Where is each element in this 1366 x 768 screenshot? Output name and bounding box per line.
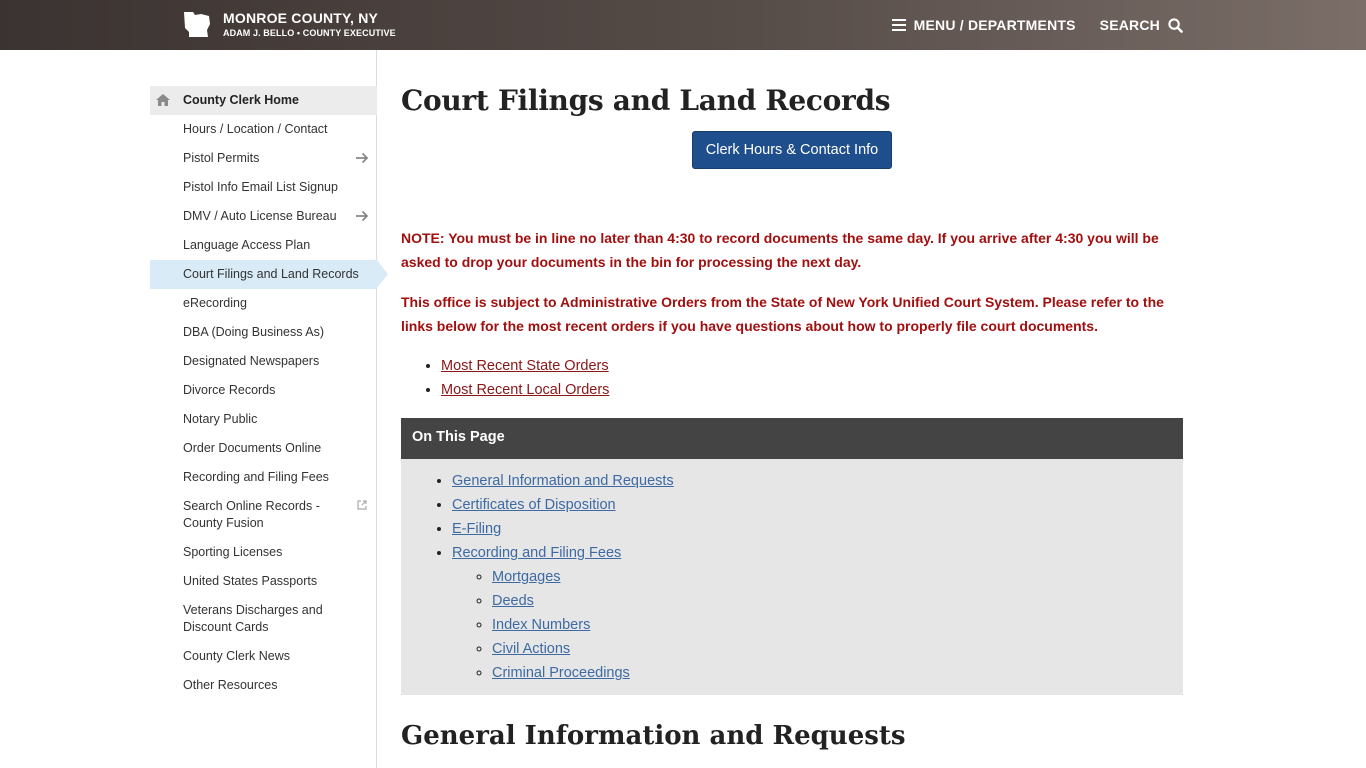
sidebar-item-label: County Clerk Home	[183, 93, 299, 107]
search-icon	[1168, 17, 1183, 33]
arrow-right-icon[interactable]	[355, 210, 369, 222]
sidebar-item-order-documents-online[interactable]: Order Documents Online	[150, 434, 377, 463]
toc-link-criminal-proceedings[interactable]: Criminal Proceedings	[492, 665, 630, 681]
external-link-icon	[357, 500, 367, 510]
sidebar-item-notary-public[interactable]: Notary Public	[150, 405, 377, 434]
sidebar-item-county-clerk-news[interactable]: County Clerk News	[150, 642, 377, 671]
on-this-page-box: On This Page General Information and Req…	[401, 418, 1183, 695]
sidebar-item-label: eRecording	[183, 296, 247, 310]
site-subtitle: ADAM J. BELLO • COUNTY EXECUTIVE	[223, 28, 396, 38]
sidebar: County Clerk Home Hours / Location / Con…	[0, 50, 388, 768]
sidebar-item-pistol-info-email-signup[interactable]: Pistol Info Email List Signup	[150, 173, 377, 202]
sidebar-item-label: DBA (Doing Business As)	[183, 325, 325, 339]
toc-item: Certificates of Disposition	[452, 493, 1172, 517]
toc-subitem: Index Numbers	[492, 613, 1172, 637]
sidebar-item-hours-location-contact[interactable]: Hours / Location / Contact	[150, 115, 377, 144]
sidebar-item-label: Pistol Permits	[183, 151, 260, 165]
sidebar-item-label: United States Passports	[183, 574, 318, 588]
list-item: Most Recent State Orders	[441, 354, 1183, 378]
sidebar-item-label: Order Documents Online	[183, 441, 322, 455]
sidebar-item-language-access-plan[interactable]: Language Access Plan	[150, 231, 377, 260]
section-heading-general-info: General Information and Requests	[401, 721, 906, 751]
sidebar-item-sporting-licenses[interactable]: Sporting Licenses	[150, 538, 377, 567]
sidebar-item-erecording[interactable]: eRecording	[150, 289, 377, 318]
toc-link-recording-fees[interactable]: Recording and Filing Fees	[452, 545, 621, 561]
site-brand[interactable]: MONROE COUNTY, NY ADAM J. BELLO • COUNTY…	[183, 10, 396, 40]
sidebar-item-county-clerk-home[interactable]: County Clerk Home	[150, 86, 377, 115]
toc-link-index-numbers[interactable]: Index Numbers	[492, 617, 590, 633]
clerk-hours-button[interactable]: Clerk Hours & Contact Info	[691, 131, 893, 169]
sidebar-item-label: Recording and Filing Fees	[183, 470, 329, 484]
site-header: MONROE COUNTY, NY ADAM J. BELLO • COUNTY…	[0, 0, 1366, 50]
menu-departments-button[interactable]: MENU / DEPARTMENTS	[891, 17, 1076, 33]
toc-subitem: Mortgages	[492, 565, 1172, 589]
sidebar-item-label: Language Access Plan	[183, 238, 311, 252]
notice-admin-orders: This office is subject to Administrative…	[401, 294, 1164, 334]
sidebar-item-label: Pistol Info Email List Signup	[183, 180, 338, 194]
toc-link-civil-actions[interactable]: Civil Actions	[492, 641, 570, 657]
search-label: SEARCH	[1099, 17, 1160, 33]
toc-heading: On This Page	[401, 418, 1183, 459]
sidebar-item-label: Notary Public	[183, 412, 258, 426]
sidebar-item-label: Search Online Records - County Fusion	[183, 499, 320, 530]
sidebar-item-veterans-discharges[interactable]: Veterans Discharges and Discount Cards	[150, 596, 377, 642]
sidebar-item-label: Hours / Location / Contact	[183, 122, 328, 136]
toc-link-certificates[interactable]: Certificates of Disposition	[452, 497, 616, 513]
main-content: Court Filings and Land Records Clerk Hou…	[401, 50, 1183, 751]
toc-subitem: Civil Actions	[492, 637, 1172, 661]
sidebar-item-recording-filing-fees[interactable]: Recording and Filing Fees	[150, 463, 377, 492]
search-button[interactable]: SEARCH	[1100, 17, 1183, 33]
sidebar-item-designated-newspapers[interactable]: Designated Newspapers	[150, 347, 377, 376]
toc-list: General Information and Requests Certifi…	[401, 459, 1183, 695]
toc-item: E-Filing	[452, 517, 1172, 541]
orders-list: Most Recent State Orders Most Recent Loc…	[401, 354, 1183, 402]
page-title: Court Filings and Land Records	[401, 84, 891, 117]
arrow-right-icon[interactable]	[355, 152, 369, 164]
notice-deadline: NOTE: You must be in line no later than …	[401, 230, 1159, 270]
sidebar-item-dmv[interactable]: DMV / Auto License Bureau	[150, 202, 377, 231]
list-item: Most Recent Local Orders	[441, 378, 1183, 402]
sidebar-item-other-resources[interactable]: Other Resources	[150, 671, 377, 700]
sidebar-item-label: Court Filings and Land Records	[183, 267, 359, 281]
toc-subitem: Deeds	[492, 589, 1172, 613]
sidebar-item-court-filings[interactable]: Court Filings and Land Records	[150, 260, 388, 289]
sidebar-item-search-online-records[interactable]: Search Online Records - County Fusion	[150, 492, 377, 538]
toc-link-deeds[interactable]: Deeds	[492, 593, 534, 609]
local-orders-link[interactable]: Most Recent Local Orders	[441, 382, 609, 398]
sidebar-item-dba[interactable]: DBA (Doing Business As)	[150, 318, 377, 347]
state-orders-link[interactable]: Most Recent State Orders	[441, 358, 609, 374]
toc-item: General Information and Requests	[452, 469, 1172, 493]
toc-item: Recording and Filing Fees Mortgages Deed…	[452, 541, 1172, 685]
sidebar-item-divorce-records[interactable]: Divorce Records	[150, 376, 377, 405]
toc-sublist: Mortgages Deeds Index Numbers Civil Acti…	[452, 565, 1172, 685]
toc-link-general-info[interactable]: General Information and Requests	[452, 473, 674, 489]
toc-link-mortgages[interactable]: Mortgages	[492, 569, 561, 585]
toc-subitem: Criminal Proceedings	[492, 661, 1172, 685]
menu-label: MENU / DEPARTMENTS	[913, 17, 1076, 33]
sidebar-nav: County Clerk Home Hours / Location / Con…	[150, 86, 388, 700]
sidebar-item-label: Sporting Licenses	[183, 545, 283, 559]
sidebar-item-passports[interactable]: United States Passports	[150, 567, 377, 596]
sidebar-item-label: County Clerk News	[183, 649, 290, 663]
sidebar-item-label: Divorce Records	[183, 383, 276, 397]
home-icon	[156, 94, 170, 106]
county-logo-icon	[184, 12, 210, 37]
sidebar-item-label: Veterans Discharges and Discount Cards	[183, 603, 323, 634]
hamburger-icon	[891, 19, 906, 31]
sidebar-item-pistol-permits[interactable]: Pistol Permits	[150, 144, 377, 173]
sidebar-item-label: Designated Newspapers	[183, 354, 320, 368]
sidebar-item-label: DMV / Auto License Bureau	[183, 209, 337, 223]
site-name: MONROE COUNTY, NY	[223, 10, 379, 26]
toc-link-efiling[interactable]: E-Filing	[452, 521, 501, 537]
sidebar-item-label: Other Resources	[183, 678, 278, 692]
